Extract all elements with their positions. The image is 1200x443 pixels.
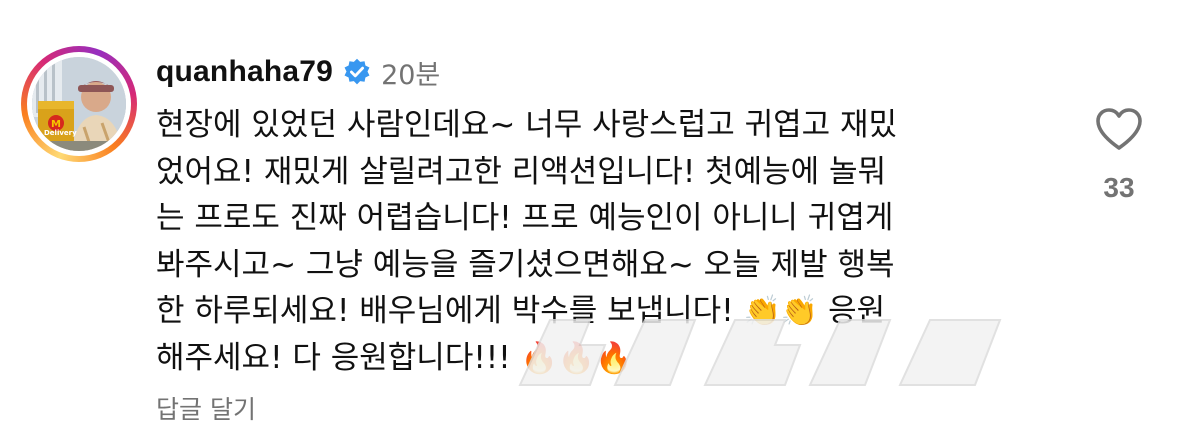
comment-line-part: 해주세요! 다 응원합니다!!! (156, 339, 511, 376)
comment-line: 해주세요! 다 응원합니다!!! 🔥🔥🔥 (156, 335, 1056, 382)
comment-line: 었어요! 재밌게 살릴려고한 리액션입니다! 첫예능에 놀뭐 (156, 153, 887, 190)
comment-line: 는 프로도 진짜 어렵습니다! 프로 예능인이 아니니 귀엽게 (156, 200, 894, 236)
comment-line-part: 한 하루되세요! 배우님에게 박수를 보냅니다! (156, 293, 734, 329)
heart-outline-icon[interactable] (1094, 106, 1144, 152)
comment-line: 한 하루되세요! 배우님에게 박수를 보냅니다! 👏👏 응원 (156, 288, 1056, 335)
comment-line-part: 응원 (828, 293, 886, 329)
like-count: 33 (1103, 172, 1135, 203)
fire-emoji: 🔥 (595, 340, 633, 376)
verified-badge-icon (343, 58, 371, 86)
avatar[interactable]: M Delivery (32, 57, 126, 151)
comment-line: 봐주시고~ 그냥 예능을 즐기셨으면해요~ 오늘 제발 행복 (156, 246, 895, 283)
avatar-story-ring[interactable]: M Delivery (21, 46, 137, 162)
comment-header: quanhaha79 20분 (156, 52, 440, 92)
clap-emoji: 👏 (743, 294, 781, 329)
clap-emoji: 👏 (780, 294, 819, 329)
fire-emoji: 🔥 (520, 340, 558, 376)
username[interactable]: quanhaha79 (156, 55, 333, 89)
avatar-logo-text: Delivery (44, 129, 77, 137)
comment-text: 현장에 있었던 사람인데요~ 너무 사랑스럽고 귀엽고 재밌 었어요! 재밌게 … (156, 102, 1056, 381)
comment-timestamp: 20분 (381, 59, 441, 91)
fire-emoji: 🔥 (557, 340, 596, 376)
comment-line: 현장에 있었던 사람인데요~ 너무 사랑스럽고 귀엽고 재밌 (156, 107, 898, 143)
reply-button[interactable]: 답글 달기 (156, 390, 256, 426)
